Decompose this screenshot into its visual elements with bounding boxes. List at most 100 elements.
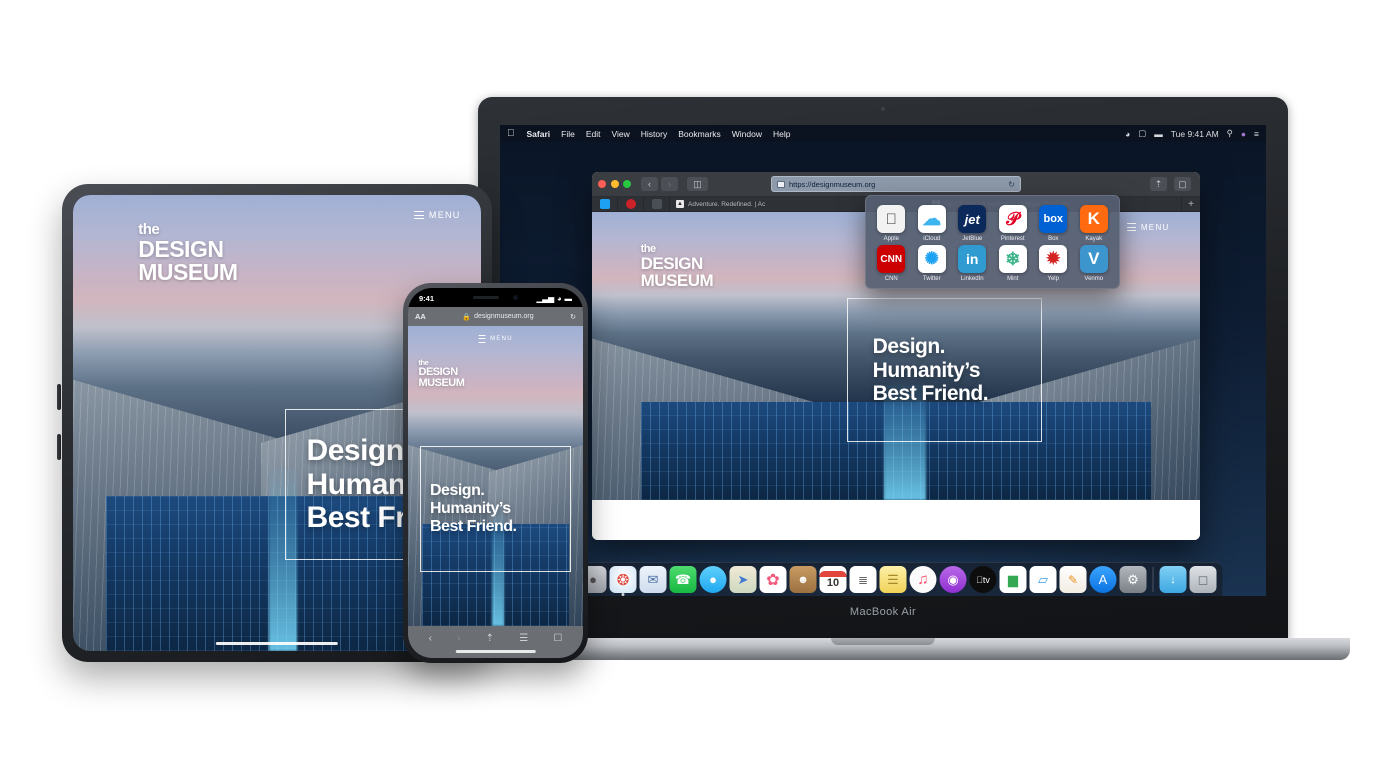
share-button[interactable]: ⇡ [1150, 177, 1167, 191]
favorite-item-linkedin[interactable]: in LinkedIn [953, 245, 992, 282]
favorite-item-icloud[interactable]: ☁ iCloud [913, 205, 952, 242]
dock-item-pages[interactable]: ✎ [1059, 566, 1087, 593]
dock-item-reminders[interactable]: ≣ [849, 566, 877, 593]
dock-item-app-store[interactable]: A [1089, 566, 1117, 593]
favorite-item-yelp[interactable]: ✹ Yelp [1034, 245, 1073, 282]
battery-icon: ▬ [564, 294, 573, 303]
favorite-label: JetBlue [962, 236, 983, 242]
cellular-icon: ▁▃▅ [536, 294, 554, 303]
site-menu-button[interactable]: MENU [478, 332, 513, 345]
sidebar-button[interactable]: ◫ [687, 177, 708, 191]
search-icon[interactable]: ⚲ [1227, 128, 1233, 139]
address-bar[interactable]: https://designmuseum.org ↻ [771, 176, 1021, 192]
favorite-item-mint[interactable]: ❄ Mint [994, 245, 1033, 282]
design-museum-website: MENU the DESIGN MUSEUM Design. Humanity’… [408, 326, 583, 626]
home-indicator[interactable] [455, 650, 536, 653]
text-size-button[interactable]: AA [415, 312, 426, 321]
dock-item-facetime[interactable]: ☎ [669, 566, 697, 593]
dock-item-trash[interactable]: ◻ [1189, 566, 1217, 593]
favorite-item-pinterest[interactable]: 𝒫 Pinterest [994, 205, 1033, 242]
iphone-address-bar[interactable]: AA 🔒 designmuseum.org ↻ [408, 307, 583, 326]
share-icon[interactable]: ⇡ [486, 633, 494, 644]
menu-item-help[interactable]: Help [773, 129, 790, 139]
home-indicator[interactable] [215, 642, 339, 645]
close-window-button[interactable] [598, 180, 606, 188]
favorite-item-venmo[interactable]: V Venmo [1075, 245, 1114, 282]
dock-item-notes[interactable]: ☰ [879, 566, 907, 593]
bookmarks-icon[interactable]: ☰ [519, 633, 528, 644]
back-button[interactable]: ‹ [641, 177, 658, 191]
volume-up-button[interactable] [57, 384, 61, 410]
wifi-icon[interactable]: ◕ [1125, 129, 1130, 139]
favorite-item-box[interactable]: box Box [1034, 205, 1073, 242]
site-logo-line1: DESIGN [418, 365, 459, 378]
site-menu-label: MENU [1140, 222, 1170, 232]
tab-overview-button[interactable]: ▢ [1174, 177, 1191, 191]
status-time: 9:41 [419, 294, 435, 303]
reload-icon[interactable]: ↻ [1008, 180, 1015, 189]
pinned-tab-youtube[interactable] [618, 197, 644, 211]
dock-item-numbers[interactable]: ▆ [999, 566, 1027, 593]
favorite-item-cnn[interactable]: CNN CNN [872, 245, 911, 282]
macbook-lid:  Safari File Edit View History Bookmark… [478, 97, 1288, 642]
pinned-tab-twitter[interactable] [592, 197, 618, 211]
menu-item-view[interactable]: View [611, 129, 629, 139]
dock-item-safari[interactable]: ❂ [609, 566, 637, 596]
battery-icon[interactable]: ▬ [1154, 129, 1163, 139]
minimize-window-button[interactable] [610, 180, 619, 188]
forward-button[interactable]: › [457, 633, 460, 644]
yelp-icon: ✹ [1039, 245, 1068, 273]
site-menu-button[interactable]: MENU [1126, 221, 1170, 234]
new-tab-button[interactable]: + [1182, 197, 1200, 211]
forward-button[interactable]: › [661, 177, 678, 191]
tabs-icon[interactable]: ☐ [553, 633, 562, 644]
hamburger-icon [413, 209, 424, 222]
site-menu-button[interactable]: MENU [413, 209, 461, 222]
menu-item-edit[interactable]: Edit [586, 129, 601, 139]
iphone-website-viewport: MENU the DESIGN MUSEUM Design. Humanity’… [408, 326, 583, 626]
dock-item-contacts[interactable]: ☻ [789, 566, 817, 593]
volume-down-button[interactable] [57, 434, 61, 460]
hamburger-icon [1126, 221, 1136, 234]
dock-divider [1152, 567, 1154, 592]
dock-item-music[interactable]: ♫ [909, 566, 937, 593]
hero-headline: Design. Humanity’s Best Friend. [420, 446, 571, 572]
dock-item-maps[interactable]: ➤ [729, 566, 757, 593]
favorite-label: Yelp [1047, 276, 1059, 282]
favorite-item-twitter[interactable]: ✺ Twitter [913, 245, 952, 282]
dock-item-system-preferences[interactable]: ⚙ [1119, 566, 1147, 593]
menu-item-window[interactable]: Window [732, 129, 762, 139]
dock-item-podcasts[interactable]: ◉ [939, 566, 967, 593]
calendar-day-number: 10 [826, 576, 840, 589]
back-button[interactable]: ‹ [429, 633, 432, 644]
pinned-tab-news[interactable] [644, 197, 670, 211]
site-logo[interactable]: the DESIGN MUSEUM [138, 222, 238, 284]
dock-item-keynote[interactable]: ▱ [1029, 566, 1057, 593]
dock-item-mail[interactable]: ✉ [639, 566, 667, 593]
favorite-item-apple[interactable]:  Apple [872, 205, 911, 242]
airplay-icon[interactable]: ▢ [1138, 128, 1146, 139]
maximize-window-button[interactable] [623, 180, 631, 188]
siri-icon[interactable]: ● [1241, 129, 1246, 139]
menu-item-bookmarks[interactable]: Bookmarks [678, 129, 721, 139]
menu-item-history[interactable]: History [641, 129, 667, 139]
dock-item-downloads-folder[interactable]: ↓ [1159, 566, 1187, 593]
favorite-item-kayak[interactable]: K Kayak [1075, 205, 1114, 242]
control-center-icon[interactable]: ≡ [1254, 129, 1259, 139]
cnn-icon: CNN [877, 245, 906, 273]
dock-item-messages[interactable]: ● [699, 566, 727, 593]
site-logo[interactable]: the DESIGN MUSEUM [419, 359, 465, 389]
menu-item-file[interactable]: File [561, 129, 575, 139]
favorite-label: Box [1048, 236, 1059, 242]
menu-item-safari[interactable]: Safari [527, 129, 551, 139]
favorite-item-jetblue[interactable]: jet JetBlue [953, 205, 992, 242]
lock-icon: 🔒 [462, 313, 472, 321]
dock-item-calendar[interactable]: 10 [819, 566, 847, 593]
dock-item-photos[interactable]: ✿ [759, 566, 787, 593]
earpiece-speaker-icon [473, 295, 499, 299]
apple-menu-icon[interactable]:  [507, 128, 515, 139]
reload-icon[interactable]: ↻ [570, 313, 576, 321]
menubar-clock[interactable]: Tue 9:41 AM [1171, 129, 1219, 139]
site-logo[interactable]: the DESIGN MUSEUM [641, 243, 714, 290]
dock-item-apple-tv[interactable]: tv [969, 566, 997, 593]
